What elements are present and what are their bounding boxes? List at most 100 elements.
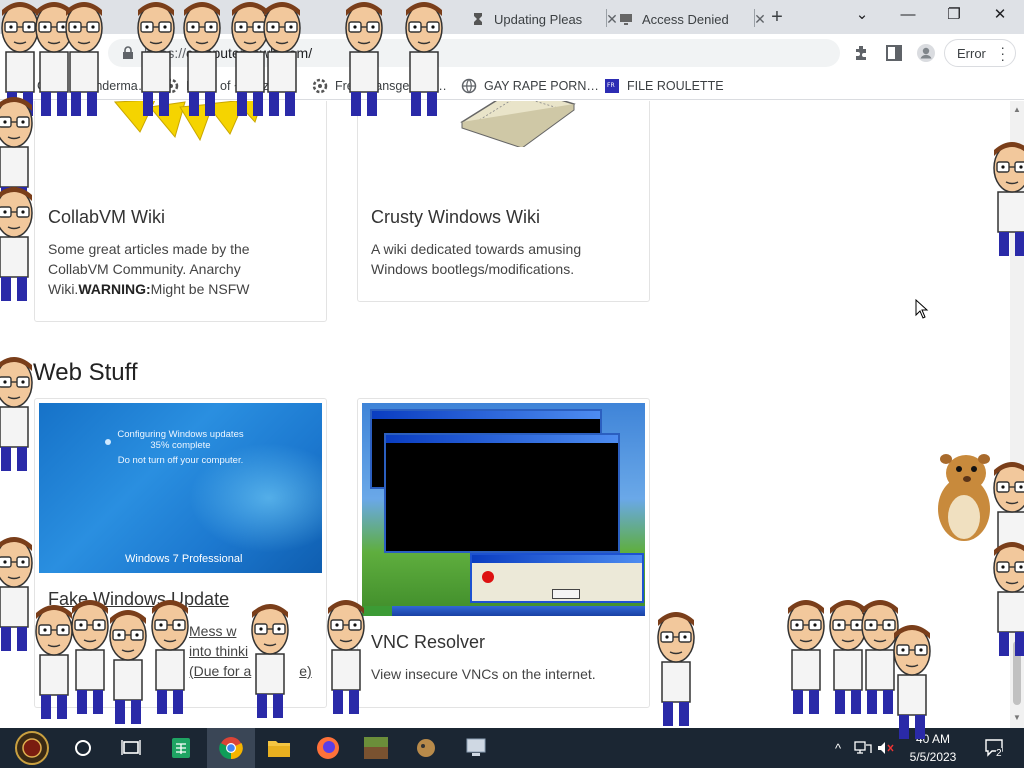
card-title[interactable]: VNC Resolver <box>371 632 485 653</box>
sunflower-image <box>113 101 263 142</box>
scrollbar[interactable]: ▲ ▼ <box>1010 101 1024 728</box>
sheets-icon <box>172 738 190 758</box>
card-collabvm-wiki[interactable]: CollabVM Wiki Some great articles made b… <box>34 101 327 322</box>
game-app[interactable] <box>402 728 450 768</box>
profile-avatar-icon[interactable] <box>916 43 936 63</box>
scroll-down-icon[interactable]: ▼ <box>1013 713 1021 722</box>
file-explorer-app[interactable] <box>255 728 303 768</box>
web-page: CollabVM Wiki Some great articles made b… <box>0 101 1010 728</box>
tab-title: Access Denied <box>642 11 729 27</box>
tab-updating[interactable]: Updating Pleas ✕ <box>462 4 628 34</box>
scroll-up-icon[interactable]: ▲ <box>1013 105 1021 114</box>
side-panel-icon[interactable] <box>884 43 904 63</box>
bookmark-github[interactable]: GitHub - Enderma… <box>14 76 150 96</box>
volume-muted-icon[interactable] <box>876 728 896 768</box>
tab-access-denied[interactable]: Access Denied ✕ <box>610 4 776 34</box>
url-text: https://computernewb.com/ <box>144 45 312 61</box>
card-description: Mess w into thinki (Due for a e) <box>189 621 326 681</box>
keyboard-image <box>460 101 576 147</box>
tab-title: Updating Pleas <box>494 11 583 27</box>
titlebar <box>372 411 600 419</box>
scrollbar-thumb[interactable] <box>1013 641 1021 705</box>
network-computer-icon <box>466 738 486 756</box>
card-title[interactable]: Fake Windows Update <box>48 589 229 610</box>
sheets-app[interactable] <box>157 728 205 768</box>
update-line-1: Configuring Windows updates <box>117 429 244 440</box>
network-icon[interactable] <box>852 728 874 768</box>
network-app[interactable] <box>452 728 500 768</box>
menu-kebab-icon[interactable]: · · · <box>1000 40 1005 66</box>
card-description: View insecure VNCs on the internet. <box>371 666 596 682</box>
chrome-icon <box>219 737 243 760</box>
close-window-button[interactable]: ✕ <box>986 4 1014 26</box>
svg-text:FR: FR <box>607 82 615 89</box>
bookmark-label: GitHub - Enderma… <box>37 79 151 93</box>
monitor-icon <box>620 14 632 25</box>
tab-search-icon[interactable]: ⌄ <box>848 4 876 26</box>
bookmark-free-transgender[interactable]: Free Transgender… <box>312 76 447 96</box>
bookmark-label: Free Transgender… <box>335 79 447 93</box>
bookmark-file-roulette[interactable]: FR FILE ROULETTE <box>604 76 724 96</box>
card-description-tail[interactable]: e) <box>299 663 311 679</box>
globe-icon <box>461 78 477 94</box>
card-description: A wiki dedicated towards amusing Windows… <box>371 241 582 277</box>
firefox-app[interactable] <box>304 728 352 768</box>
cortana-icon <box>75 740 91 756</box>
tab-divider <box>754 9 755 27</box>
card-description-line[interactable]: (Due for a <box>189 663 251 679</box>
bookmarks-bar: GitHub - Enderma… Index of ~dartz/i… Fre… <box>0 72 1024 100</box>
card-fake-windows-update[interactable]: Configuring Windows updates 35% complete … <box>34 398 327 708</box>
titlebar <box>472 555 642 563</box>
profile-error-button[interactable]: Error · · · <box>944 39 1016 67</box>
screen: Updating Pleas ✕ Access Denied ✕ + ⌄ — ❐… <box>0 0 1024 768</box>
extensions-icon[interactable] <box>852 43 872 63</box>
xp-taskbar <box>362 606 645 616</box>
chrome-app[interactable] <box>207 728 255 768</box>
bookmark-label: GAY RAPE PORN… <box>484 79 599 93</box>
minecraft-app[interactable] <box>352 728 400 768</box>
game-icon <box>417 739 435 757</box>
tab-divider <box>606 9 607 27</box>
folder-icon <box>268 741 290 757</box>
tray-overflow-icon[interactable]: ^ <box>830 728 846 768</box>
minecraft-icon <box>364 737 388 759</box>
card-description-line[interactable]: Mess w <box>189 623 236 639</box>
url-scheme: https:// <box>144 45 187 61</box>
card-title[interactable]: Crusty Windows Wiki <box>371 207 540 228</box>
start-button[interactable] <box>8 728 56 768</box>
cmd-window <box>384 433 620 553</box>
warning-label: WARNING: <box>78 281 151 297</box>
card-description-tail: Might be NSFW <box>150 281 250 297</box>
update-line-2: 35% complete <box>150 440 211 451</box>
gear-icon <box>163 78 179 94</box>
card-title[interactable]: CollabVM Wiki <box>48 207 165 228</box>
speaker-icon <box>878 742 894 754</box>
tab-strip: Updating Pleas ✕ Access Denied ✕ + ⌄ — ❐… <box>0 0 1024 34</box>
card-description-line[interactable]: into thinki <box>189 643 248 659</box>
bookmark-gay-rape[interactable]: GAY RAPE PORN… <box>461 76 599 96</box>
clock-time: 40 AM <box>915 732 951 746</box>
cortana-button[interactable] <box>59 728 107 768</box>
system-clock[interactable]: 40 AM 5/5/2023 <box>896 730 970 766</box>
card-description: Some great articles made by the CollabVM… <box>48 239 268 299</box>
mouse-cursor-icon <box>915 299 929 319</box>
error-icon <box>482 571 494 583</box>
bookmark-label: Index of ~dartz/i… <box>186 79 288 93</box>
card-crusty-windows-wiki[interactable]: Crusty Windows Wiki A wiki dedicated tow… <box>357 101 650 302</box>
notification-center-button[interactable]: 2 <box>980 728 1010 768</box>
windows-taskbar: ^ 40 AM 5/5/2023 2 <box>0 728 1024 768</box>
firefox-icon <box>317 737 339 759</box>
site-info-icon[interactable] <box>120 45 136 61</box>
ok-button <box>552 589 580 599</box>
new-tab-button[interactable]: + <box>766 6 788 28</box>
restore-button[interactable]: ❐ <box>940 4 968 26</box>
url-host: computernewb.com/ <box>186 45 313 61</box>
xp-start-button <box>362 606 392 616</box>
update-status-text: Configuring Windows updates 35% complete <box>39 429 322 451</box>
address-bar[interactable]: https://computernewb.com/ <box>108 39 840 67</box>
bookmark-label: FILE ROULETTE <box>627 79 724 93</box>
task-view-button[interactable] <box>107 728 155 768</box>
card-vnc-resolver[interactable]: VNC Resolver View insecure VNCs on the i… <box>357 398 650 708</box>
minimize-button[interactable]: — <box>894 4 922 26</box>
bookmark-index-dartz[interactable]: Index of ~dartz/i… <box>163 76 288 96</box>
